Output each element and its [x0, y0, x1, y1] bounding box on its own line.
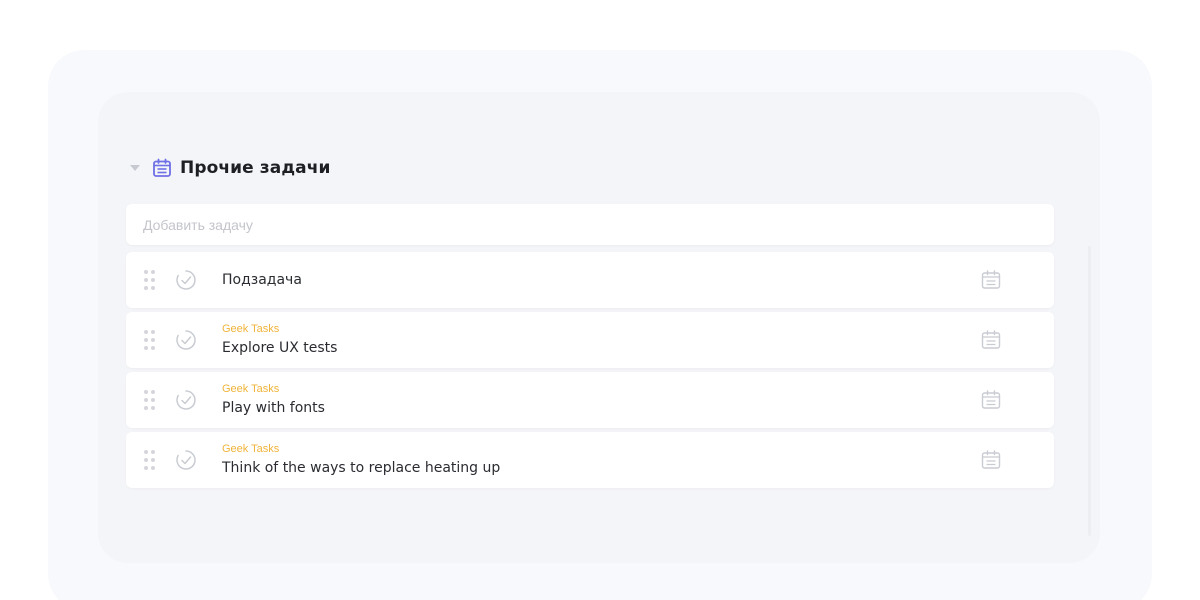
task-list: Подзадача Geek Tasks Explore UX tests Ge…: [126, 252, 1054, 492]
task-row[interactable]: Geek Tasks Think of the ways to replace …: [126, 432, 1054, 488]
task-title: Play with fonts: [222, 400, 325, 416]
task-row[interactable]: Geek Tasks Play with fonts: [126, 372, 1054, 428]
drag-handle-icon[interactable]: [144, 330, 156, 350]
section-header: Прочие задачи: [130, 154, 331, 182]
complete-check-icon[interactable]: [175, 269, 197, 291]
task-title: Think of the ways to replace heating up: [222, 460, 501, 476]
task-title: Подзадача: [222, 272, 302, 288]
task-row[interactable]: Geek Tasks Explore UX tests: [126, 312, 1054, 368]
task-text: Geek Tasks Explore UX tests: [222, 323, 934, 357]
task-text: Geek Tasks Think of the ways to replace …: [222, 443, 934, 477]
task-text: Geek Tasks Play with fonts: [222, 383, 934, 417]
task-project-label: Geek Tasks: [222, 323, 280, 335]
drag-handle-icon[interactable]: [144, 390, 156, 410]
task-title: Explore UX tests: [222, 340, 338, 356]
calendar-icon[interactable]: [980, 389, 1002, 411]
task-row[interactable]: Подзадача: [126, 252, 1054, 308]
complete-check-icon[interactable]: [175, 329, 197, 351]
scrollbar[interactable]: [1088, 246, 1091, 536]
calendar-icon[interactable]: [980, 329, 1002, 351]
complete-check-icon[interactable]: [175, 449, 197, 471]
calendar-icon: [152, 158, 172, 178]
add-task-input[interactable]: [143, 216, 1054, 233]
task-project-label: Geek Tasks: [222, 443, 280, 455]
calendar-icon[interactable]: [980, 449, 1002, 471]
task-project-label: Geek Tasks: [222, 383, 280, 395]
task-text: Подзадача: [222, 271, 934, 289]
complete-check-icon[interactable]: [175, 389, 197, 411]
drag-handle-icon[interactable]: [144, 450, 156, 470]
drag-handle-icon[interactable]: [144, 270, 156, 290]
collapse-caret-icon[interactable]: [130, 165, 140, 171]
calendar-icon[interactable]: [980, 269, 1002, 291]
section-title: Прочие задачи: [180, 158, 331, 178]
add-task-field[interactable]: [126, 204, 1054, 245]
